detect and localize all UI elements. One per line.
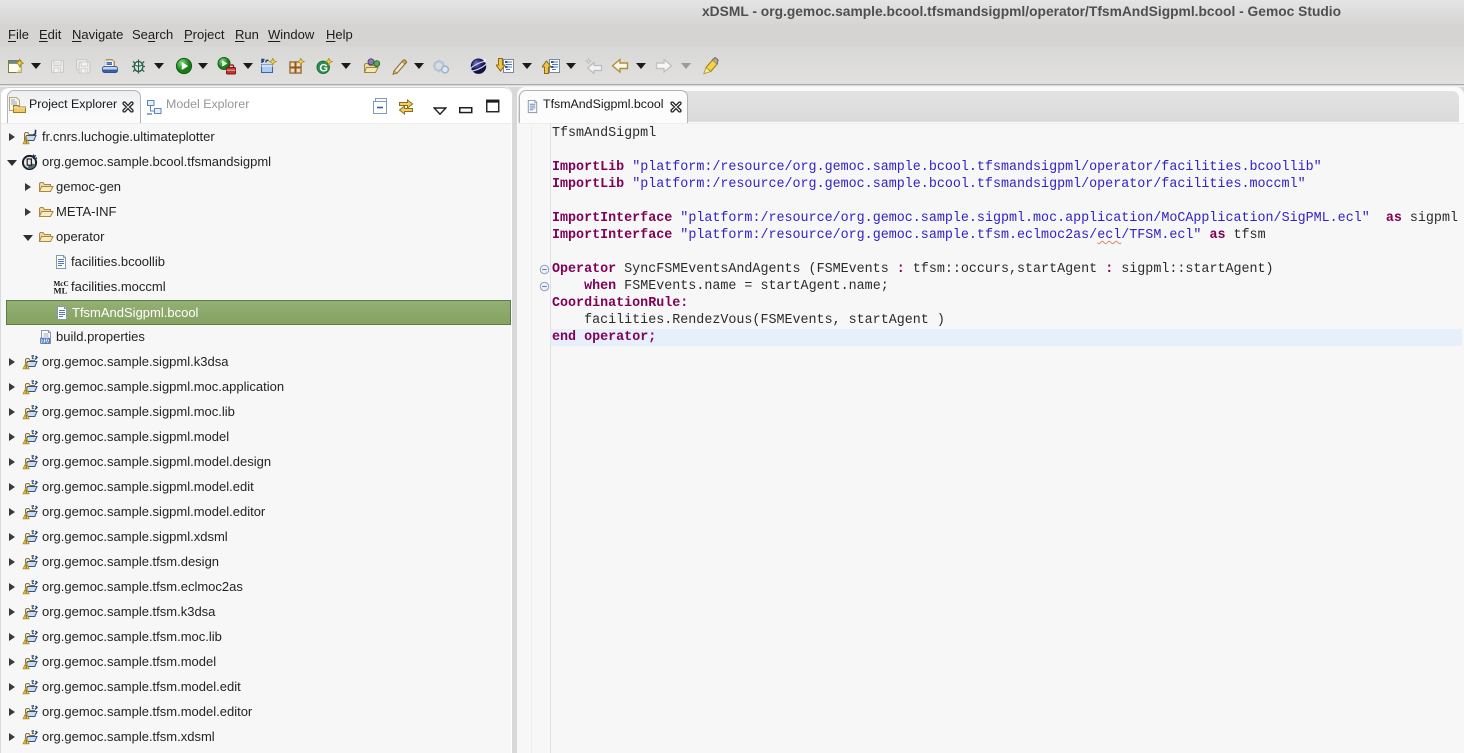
svg-text:G: G	[319, 62, 328, 74]
svg-text:ML: ML	[54, 286, 68, 295]
svg-text:010: 010	[41, 338, 50, 344]
